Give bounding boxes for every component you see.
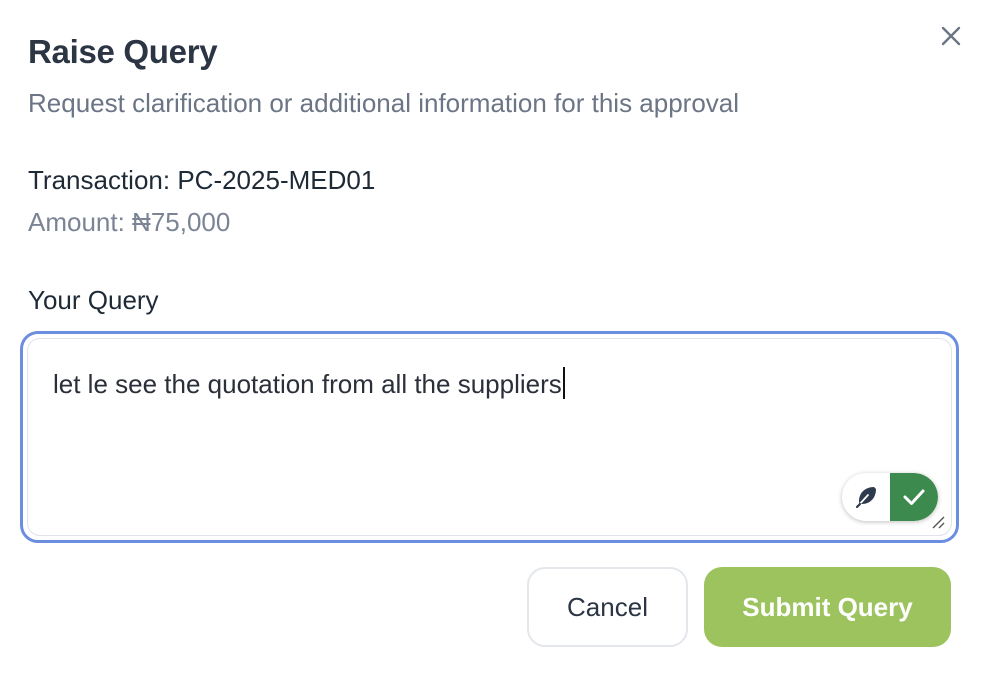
query-value: let le see the quotation from all the su… xyxy=(53,369,562,399)
text-caret xyxy=(562,367,565,399)
query-text: let le see the quotation from all the su… xyxy=(53,367,565,400)
grammar-assistant-widget[interactable] xyxy=(842,473,938,521)
check-icon xyxy=(903,489,925,505)
feather-icon xyxy=(855,487,876,509)
resize-handle-icon[interactable] xyxy=(929,513,945,529)
query-label: Your Query xyxy=(28,285,159,315)
raise-query-dialog: Raise Query Request clarification or add… xyxy=(0,0,983,683)
close-icon xyxy=(941,26,961,46)
close-button[interactable] xyxy=(936,21,966,51)
cancel-button[interactable]: Cancel xyxy=(527,567,688,647)
grammar-feather-button[interactable] xyxy=(842,473,890,521)
query-textarea[interactable]: let le see the quotation from all the su… xyxy=(27,338,952,536)
dialog-title: Raise Query xyxy=(28,33,218,70)
dialog-subtitle: Request clarification or additional info… xyxy=(28,88,740,118)
transaction-amount: Amount: ₦75,000 xyxy=(28,207,231,237)
submit-query-button[interactable]: Submit Query xyxy=(704,567,951,647)
query-textarea-focus-ring: let le see the quotation from all the su… xyxy=(20,331,959,543)
transaction-id: Transaction: PC-2025-MED01 xyxy=(28,165,376,195)
